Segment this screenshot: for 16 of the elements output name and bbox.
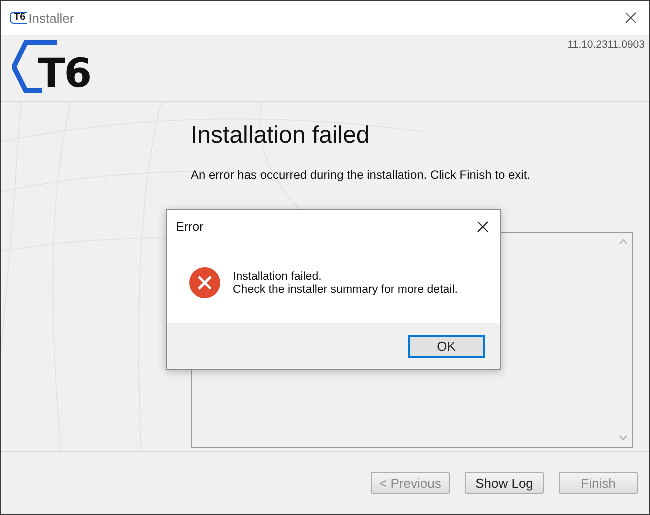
message-line: Check the installer summary for more detail. <box>233 284 458 296</box>
app-icon: T6 <box>10 12 27 24</box>
error-icon <box>189 267 221 299</box>
close-icon[interactable] <box>625 12 637 24</box>
page-heading: Installation failed <box>191 122 371 150</box>
window-title: Installer <box>28 10 76 26</box>
ok-button[interactable]: OK <box>408 334 485 358</box>
message-line: Installation failed. <box>233 270 323 282</box>
scroll-up-icon[interactable] <box>619 239 628 245</box>
close-icon[interactable] <box>477 220 489 232</box>
dialog-title: Error <box>176 220 204 234</box>
wizard-button[interactable]: Show Log <box>465 472 544 494</box>
version-label: 11.10.2311.0903 <box>568 39 645 53</box>
scroll-down-icon[interactable] <box>619 435 628 441</box>
page-message: An error has occurred during the installation. Click Finish to exit. <box>191 168 532 182</box>
logo: T6 <box>12 40 92 94</box>
